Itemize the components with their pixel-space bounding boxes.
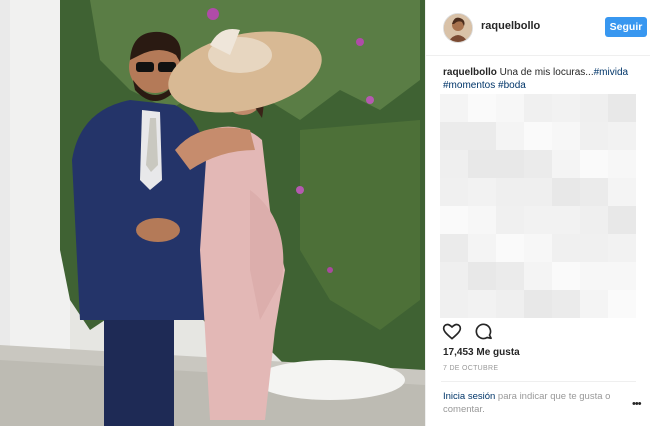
blur-cell xyxy=(524,262,552,290)
blur-cell xyxy=(552,262,580,290)
blur-cell xyxy=(580,206,608,234)
blur-cell xyxy=(552,206,580,234)
blur-cell xyxy=(580,234,608,262)
blur-cell xyxy=(580,94,608,122)
post-actions xyxy=(442,322,502,342)
blur-cell xyxy=(580,262,608,290)
blur-cell xyxy=(496,94,524,122)
login-prompt: Inicia sesión para indicar que te gusta … xyxy=(443,390,623,416)
blur-cell xyxy=(440,150,468,178)
avatar[interactable] xyxy=(443,13,473,43)
caption-username[interactable]: raquelbollo xyxy=(443,67,497,78)
blur-cell xyxy=(524,150,552,178)
username-link[interactable]: raquelbollo xyxy=(481,20,540,32)
blur-cell xyxy=(608,94,636,122)
instagram-post: raquelbollo Seguir raquelbollo Una de mi… xyxy=(0,0,650,426)
more-options-icon[interactable]: ••• xyxy=(632,398,642,410)
blur-cell xyxy=(524,122,552,150)
blur-cell xyxy=(468,150,496,178)
blur-cell xyxy=(440,94,468,122)
blur-cell xyxy=(524,290,552,318)
blur-cell xyxy=(468,178,496,206)
blur-cell xyxy=(468,234,496,262)
blur-cell xyxy=(580,178,608,206)
hashtag-mivida[interactable]: #mivida xyxy=(594,67,628,78)
heart-icon[interactable] xyxy=(442,322,462,342)
login-link[interactable]: Inicia sesión xyxy=(443,391,495,402)
comment-icon[interactable] xyxy=(474,322,494,342)
blur-cell xyxy=(440,178,468,206)
blur-cell xyxy=(524,178,552,206)
blur-cell xyxy=(580,122,608,150)
blur-cell xyxy=(440,290,468,318)
blur-cell xyxy=(524,234,552,262)
avatar-image xyxy=(444,14,472,42)
post-sidebar: raquelbollo Seguir raquelbollo Una de mi… xyxy=(425,0,650,426)
blur-cell xyxy=(440,234,468,262)
blur-cell xyxy=(496,290,524,318)
wedding-photo-image xyxy=(0,0,425,426)
blur-cell xyxy=(552,234,580,262)
blur-cell xyxy=(496,262,524,290)
hashtag-boda[interactable]: #boda xyxy=(498,80,526,91)
blur-cell xyxy=(496,150,524,178)
blur-cell xyxy=(468,122,496,150)
blur-cell xyxy=(608,262,636,290)
blur-cell xyxy=(440,206,468,234)
blur-cell xyxy=(552,290,580,318)
blur-cell xyxy=(468,206,496,234)
blurred-comments-area xyxy=(440,94,636,318)
follow-button[interactable]: Seguir xyxy=(605,17,647,37)
post-photo[interactable] xyxy=(0,0,425,426)
blur-cell xyxy=(468,262,496,290)
blur-cell xyxy=(608,290,636,318)
blur-cell xyxy=(468,290,496,318)
blur-cell xyxy=(468,94,496,122)
post-caption: raquelbollo Una de mis locuras...#mivida… xyxy=(443,66,641,92)
hashtag-momentos[interactable]: #momentos xyxy=(443,80,495,91)
caption-text: Una de mis locuras... xyxy=(496,67,594,78)
divider xyxy=(441,381,636,382)
post-header: raquelbollo Seguir xyxy=(426,0,650,56)
blur-cell xyxy=(608,206,636,234)
blur-cell xyxy=(496,178,524,206)
blur-cell xyxy=(440,122,468,150)
blur-cell xyxy=(552,150,580,178)
blur-cell xyxy=(496,206,524,234)
post-date[interactable]: 7 DE OCTUBRE xyxy=(443,365,498,372)
blur-cell xyxy=(608,150,636,178)
blur-cell xyxy=(496,234,524,262)
blur-cell xyxy=(496,122,524,150)
blur-cell xyxy=(608,122,636,150)
like-count[interactable]: 17,453 Me gusta xyxy=(443,347,520,358)
blur-cell xyxy=(552,178,580,206)
blur-cell xyxy=(552,94,580,122)
blur-cell xyxy=(580,150,608,178)
blur-cell xyxy=(580,290,608,318)
blur-cell xyxy=(524,94,552,122)
blur-cell xyxy=(552,122,580,150)
blur-cell xyxy=(608,234,636,262)
blur-cell xyxy=(524,206,552,234)
blur-cell xyxy=(440,262,468,290)
blur-cell xyxy=(608,178,636,206)
